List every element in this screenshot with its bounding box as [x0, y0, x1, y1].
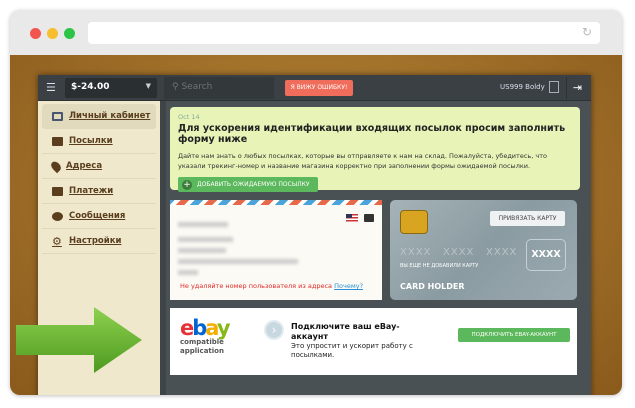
notice-date: Oct 14	[178, 113, 200, 121]
connect-ebay-button[interactable]: ПОДКЛЮЧИТЬ EBAY-АККАУНТ	[458, 328, 570, 342]
sidebar-item-payments[interactable]: Платежи	[42, 179, 156, 204]
main-content: Oct 14 Для ускорения идентификации входя…	[166, 101, 591, 395]
search-icon: ⚲	[172, 82, 179, 92]
notice-text: Дайте нам знать о любых посылках, которы…	[178, 152, 547, 170]
connect-arrow-icon: ›	[264, 320, 284, 340]
search-input[interactable]: ⚲ Search	[164, 77, 274, 99]
card-number-last-group: XXXX	[526, 239, 566, 271]
top-bar: ☰ $-24.00 ▼ ⚲ Search Я ВИЖУ ОШИБКУ! US999…	[38, 75, 591, 101]
location-pin-icon	[49, 159, 63, 173]
wallet-icon	[52, 186, 63, 196]
sidebar-item-label: Сообщения	[69, 211, 126, 221]
reload-icon[interactable]: ↻	[582, 25, 592, 39]
sidebar-item-label: Адреса	[66, 161, 103, 171]
sidebar-item-addresses[interactable]: Адреса	[42, 154, 156, 179]
sidebar-item-dashboard[interactable]: Личный кабинет	[42, 104, 156, 129]
ebay-title: Подключите ваш eBay-аккаунт	[291, 322, 400, 341]
address-envelope: Не удаляйте номер пользователя из адреса…	[170, 200, 382, 300]
grid-icon	[52, 136, 63, 146]
us-flag-icon	[346, 214, 358, 222]
blurred-address-line	[178, 259, 298, 264]
warning-text: Не удаляйте номер пользователя из адреса	[180, 282, 333, 290]
payment-card: ПРИВЯЗАТЬ КАРТУ XXXX XXXX XXXX XXXX ВЫ Е…	[390, 200, 577, 300]
search-placeholder: Search	[181, 82, 213, 92]
expected-parcel-notice: Oct 14 Для ускорения идентификации входя…	[170, 107, 580, 192]
address-warning: Не удаляйте номер пользователя из адреса…	[180, 282, 363, 290]
notice-title: Для ускорения идентификации входящих пос…	[178, 123, 566, 145]
report-error-button[interactable]: Я ВИЖУ ОШИБКУ!	[285, 80, 353, 96]
ebay-connect-panel: ebay compatible application › Подключите…	[170, 308, 577, 375]
minimize-window-button[interactable]	[47, 28, 58, 39]
sidebar-item-messages[interactable]: Сообщения	[42, 204, 156, 229]
add-expected-parcel-button[interactable]: + ДОБАВИТЬ ОЖИДАЕМУЮ ПОСЫЛКУ	[178, 177, 318, 192]
blurred-address-line	[178, 270, 198, 275]
blurred-address-line	[178, 222, 228, 227]
green-arrow-icon	[16, 307, 142, 373]
card-number-group: XXXX	[400, 247, 432, 258]
balance-value: $-24.00	[71, 82, 110, 92]
plus-icon: +	[182, 179, 192, 190]
user-id[interactable]: US999 Boldy	[500, 83, 545, 91]
address-bar[interactable]: ↻	[88, 22, 600, 44]
card-number-group: XXXX	[486, 247, 518, 258]
sidebar-item-label: Личный кабинет	[69, 111, 151, 121]
logo-text: compatible	[180, 338, 224, 346]
blurred-address-line	[178, 248, 226, 253]
why-link[interactable]: Почему?	[334, 282, 363, 290]
bind-card-button[interactable]: ПРИВЯЗАТЬ КАРТУ	[490, 211, 565, 226]
sidebar-item-settings[interactable]: ⚙ Настройки	[42, 229, 156, 254]
balance-dropdown[interactable]: $-24.00 ▼	[65, 78, 157, 98]
button-label: ДОБАВИТЬ ОЖИДАЕМУЮ ПОСЫЛКУ	[197, 181, 310, 188]
calculator-icon[interactable]	[549, 81, 559, 93]
logout-icon[interactable]: ⇥	[566, 77, 588, 99]
close-window-button[interactable]	[30, 28, 41, 39]
card-chip-icon	[400, 210, 428, 234]
chevron-down-icon: ▼	[145, 82, 151, 90]
maximize-window-button[interactable]	[64, 28, 75, 39]
ebay-compatible-logo: ebay compatible application	[180, 316, 230, 356]
sidebar-item-label: Посылки	[69, 136, 113, 146]
coins-icon: ☰	[46, 81, 56, 94]
sidebar-item-label: Настройки	[69, 236, 122, 246]
ebay-text: Это упростит и ускорит работу с посылкам…	[291, 342, 413, 359]
speech-bubble-icon	[52, 211, 63, 221]
gear-icon: ⚙	[52, 234, 62, 248]
sidebar-item-label: Платежи	[69, 186, 114, 196]
card-holder: CARD HOLDER	[400, 282, 465, 291]
logo-text: application	[180, 347, 224, 355]
sidebar-item-parcels[interactable]: Посылки	[42, 129, 156, 154]
monitor-icon	[52, 111, 63, 121]
no-card-text: ВЫ ЕЩЕ НЕ ДОБАВИЛИ КАРТУ	[400, 263, 479, 269]
printer-icon[interactable]	[364, 214, 374, 222]
card-number-group: XXXX	[443, 247, 475, 258]
blurred-address-line	[178, 237, 233, 242]
